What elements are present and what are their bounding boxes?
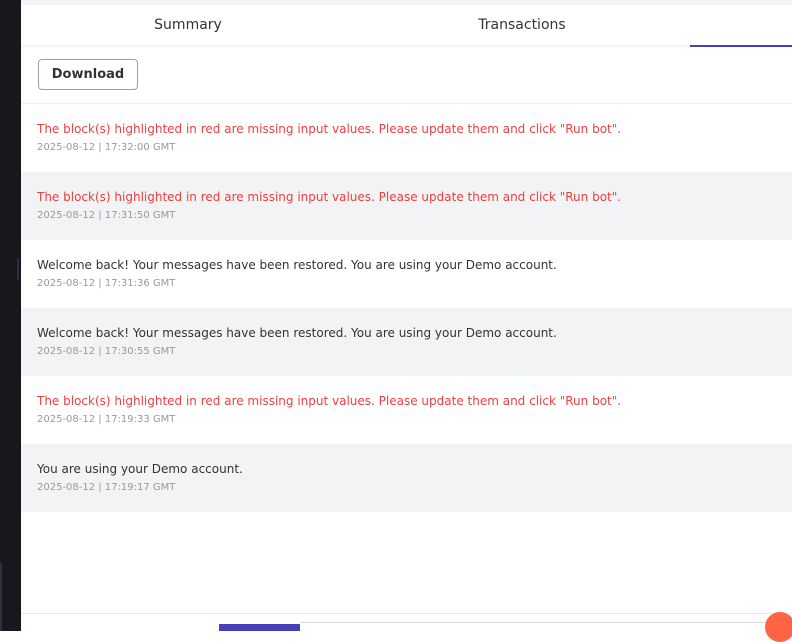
resize-handle[interactable] <box>17 258 19 280</box>
run-panel: Summary Transactions Download The block(… <box>21 0 792 631</box>
journal-message: The block(s) highlighted in red are miss… <box>37 394 622 408</box>
journal-timestamp: 2025-08-12 | 17:31:50 GMT <box>37 210 176 221</box>
journal-entry: The block(s) highlighted in red are miss… <box>21 104 792 172</box>
journal-timestamp: 2025-08-12 | 17:31:36 GMT <box>37 278 176 289</box>
journal-list: The block(s) highlighted in red are miss… <box>21 104 792 512</box>
journal-entry: The block(s) highlighted in red are miss… <box>21 376 792 444</box>
left-sidebar-edge <box>0 0 21 631</box>
journal-entry: Welcome back! Your messages have been re… <box>21 240 792 308</box>
tab-bar: Summary Transactions <box>21 5 792 47</box>
journal-message: You are using your Demo account. <box>37 462 243 476</box>
journal-entry: The block(s) highlighted in red are miss… <box>21 172 792 240</box>
journal-timestamp: 2025-08-12 | 17:19:17 GMT <box>37 482 176 493</box>
progress-bar-active <box>219 624 300 631</box>
journal-timestamp: 2025-08-12 | 17:32:00 GMT <box>37 142 176 153</box>
journal-timestamp: 2025-08-12 | 17:19:33 GMT <box>37 414 176 425</box>
journal-message: Welcome back! Your messages have been re… <box>37 258 557 272</box>
footer-divider <box>21 613 792 614</box>
download-button[interactable]: Download <box>38 59 138 90</box>
tab-journal[interactable] <box>689 5 792 47</box>
progress-track <box>300 622 792 623</box>
journal-entry: Welcome back! Your messages have been re… <box>21 308 792 376</box>
tab-summary[interactable]: Summary <box>21 5 355 45</box>
floating-action-button[interactable] <box>765 612 792 642</box>
tab-transactions[interactable]: Transactions <box>355 5 689 45</box>
sidebar-scrollbar <box>0 563 2 631</box>
journal-message: The block(s) highlighted in red are miss… <box>37 190 622 204</box>
journal-timestamp: 2025-08-12 | 17:30:55 GMT <box>37 346 176 357</box>
journal-toolbar: Download <box>21 47 792 104</box>
journal-message: Welcome back! Your messages have been re… <box>37 326 557 340</box>
journal-message: The block(s) highlighted in red are miss… <box>37 122 622 136</box>
journal-entry: You are using your Demo account. 2025-08… <box>21 444 792 512</box>
